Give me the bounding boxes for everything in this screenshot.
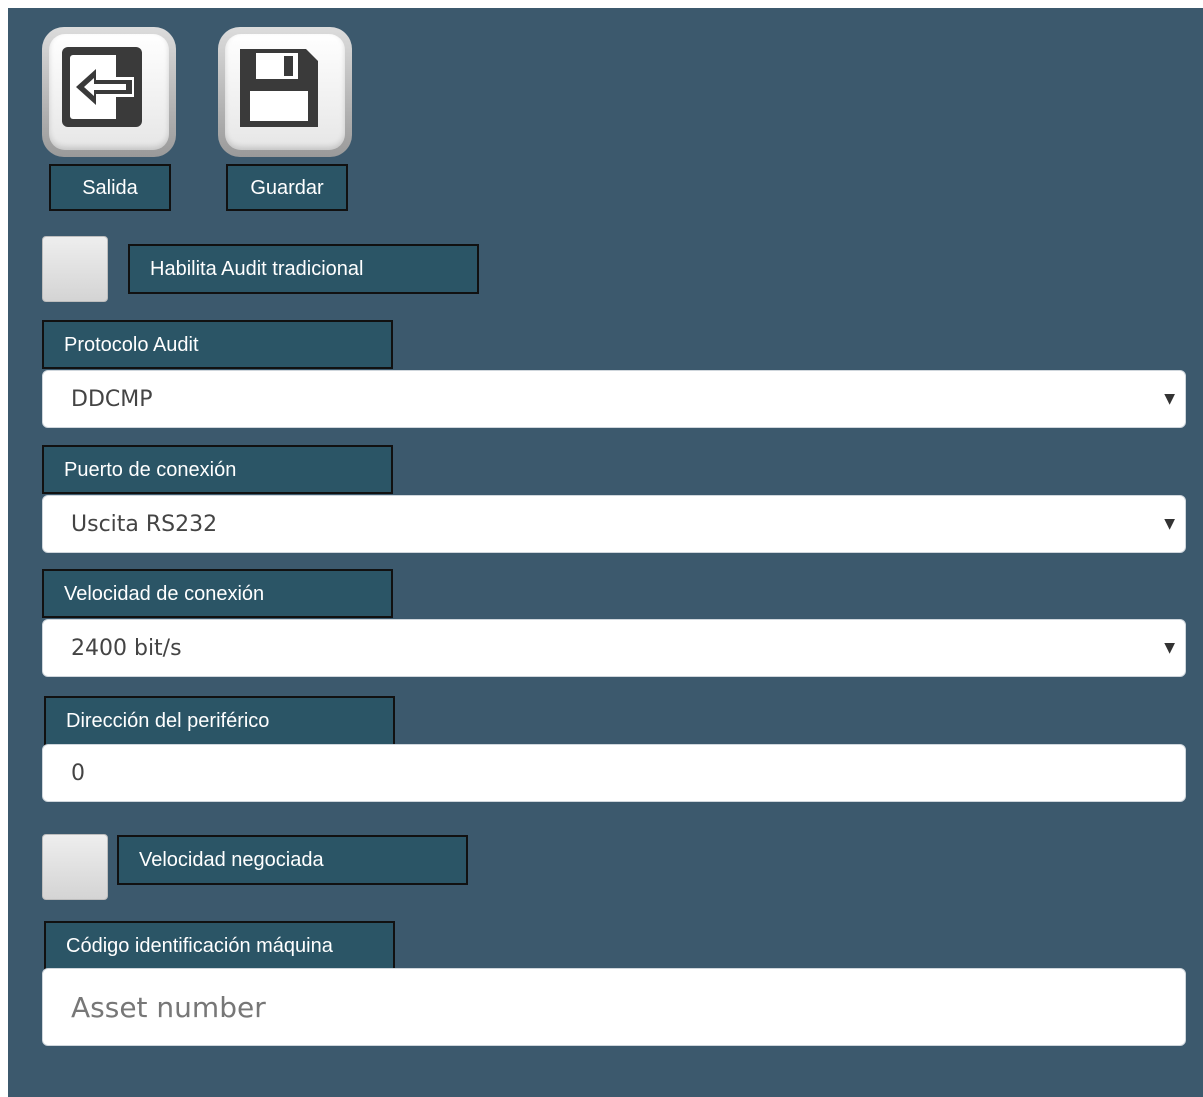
machine-id-field[interactable]	[42, 968, 1186, 1046]
port-select[interactable]: Uscita RS232 ▼	[42, 495, 1186, 553]
protocol-label: Protocolo Audit	[42, 320, 393, 369]
address-input-value: 0	[71, 760, 85, 786]
dropdown-caret-icon: ▼	[1164, 516, 1175, 532]
negotiated-speed-checkbox[interactable]	[42, 834, 108, 900]
settings-panel: Salida Guardar Habilita Audit tradiciona…	[8, 8, 1203, 1097]
protocol-select[interactable]: DDCMP ▼	[42, 370, 1186, 428]
speed-select-value: 2400 bit/s	[71, 635, 182, 661]
exit-label: Salida	[49, 164, 171, 211]
dropdown-caret-icon: ▼	[1164, 640, 1175, 656]
exit-button[interactable]	[42, 27, 176, 157]
negotiated-speed-label: Velocidad negociada	[117, 835, 468, 885]
speed-label: Velocidad de conexión	[42, 569, 393, 618]
speed-select[interactable]: 2400 bit/s ▼	[42, 619, 1186, 677]
protocol-select-value: DDCMP	[71, 386, 153, 412]
machine-id-label: Código identificación máquina	[44, 921, 395, 971]
address-input[interactable]: 0	[42, 744, 1186, 802]
enable-audit-checkbox[interactable]	[42, 236, 108, 302]
exit-arrow-icon	[62, 47, 142, 127]
dropdown-caret-icon: ▼	[1164, 391, 1175, 407]
address-label: Dirección del periférico	[44, 696, 395, 746]
save-button[interactable]	[218, 27, 352, 157]
save-label: Guardar	[226, 164, 348, 211]
machine-id-input[interactable]	[71, 990, 1185, 1024]
port-select-value: Uscita RS232	[71, 511, 218, 537]
enable-audit-label: Habilita Audit tradicional	[128, 244, 479, 294]
port-label: Puerto de conexión	[42, 445, 393, 494]
floppy-disk-icon	[240, 49, 318, 127]
